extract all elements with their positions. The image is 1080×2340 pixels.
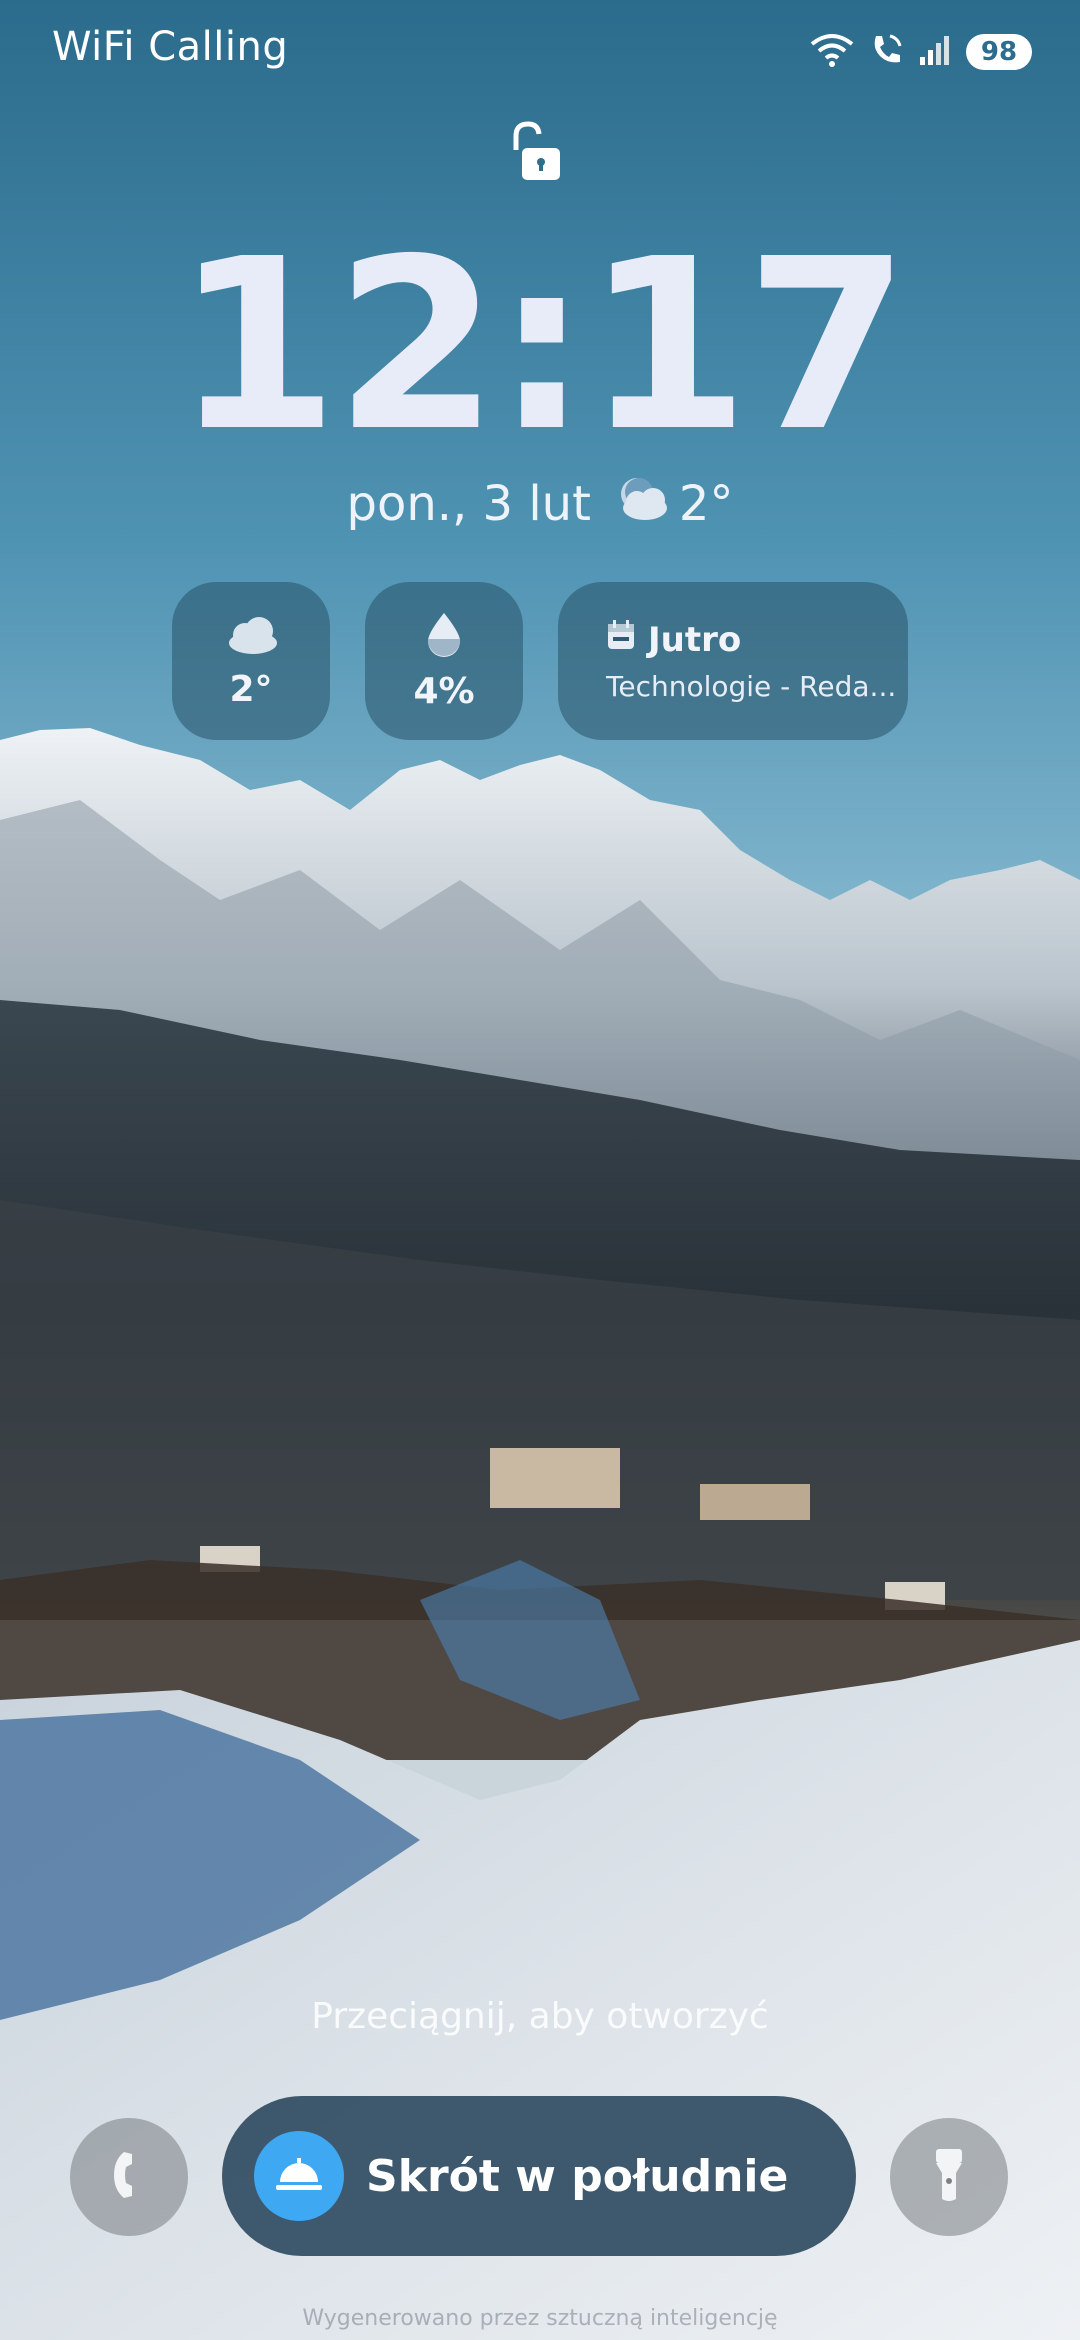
weather-widget[interactable]: 2° bbox=[172, 582, 330, 740]
date-weather-line: pon., 3 lut 2° bbox=[0, 472, 1080, 536]
phone-icon bbox=[112, 2150, 146, 2204]
status-bar: WiFi Calling 98 bbox=[0, 0, 1080, 100]
battery-icon: 98 bbox=[966, 34, 1032, 70]
flashlight-shortcut-button[interactable] bbox=[890, 2118, 1008, 2236]
cloud-icon bbox=[223, 613, 279, 659]
signal-icon bbox=[918, 33, 952, 71]
wifi-6-icon bbox=[810, 30, 854, 74]
weather-temp: 2° bbox=[678, 476, 734, 532]
weather-widget-value: 2° bbox=[229, 668, 273, 710]
ai-generated-note: Wygenerowano przez sztuczną inteligencję bbox=[302, 2306, 778, 2331]
water-drop-icon bbox=[424, 611, 464, 661]
swipe-hint: Przeciągnij, aby otworzyć bbox=[311, 1996, 769, 2037]
routine-shortcut-label: Skrót w południe bbox=[366, 2150, 789, 2202]
calendar-widget[interactable]: Jutro Technologie - Reda... bbox=[558, 582, 908, 740]
status-icons: 98 bbox=[810, 30, 1032, 74]
precipitation-widget[interactable]: 4% bbox=[365, 582, 523, 740]
phone-shortcut-button[interactable] bbox=[70, 2118, 188, 2236]
date-label: pon., 3 lut bbox=[346, 476, 591, 532]
carrier-label: WiFi Calling bbox=[52, 24, 289, 70]
calendar-header: Jutro bbox=[606, 619, 908, 660]
calendar-event: Technologie - Reda... bbox=[606, 670, 897, 703]
flashlight-icon bbox=[932, 2147, 966, 2207]
weather-summary: 2° bbox=[609, 472, 734, 536]
calendar-icon bbox=[606, 619, 636, 660]
unlocked-padlock-icon[interactable] bbox=[506, 120, 562, 184]
sunrise-lamp-icon bbox=[254, 2131, 344, 2221]
lock-clock: 12:17 bbox=[174, 208, 909, 483]
cloudy-night-icon bbox=[609, 472, 673, 536]
lock-screen[interactable]: WiFi Calling 98 12:17 pon., 3 lut 2° 2° … bbox=[0, 0, 1080, 2340]
calendar-title: Jutro bbox=[648, 619, 742, 660]
wifi-call-icon bbox=[868, 32, 904, 72]
routine-shortcut-pill[interactable]: Skrót w południe bbox=[222, 2096, 856, 2256]
precipitation-widget-value: 4% bbox=[413, 670, 475, 712]
